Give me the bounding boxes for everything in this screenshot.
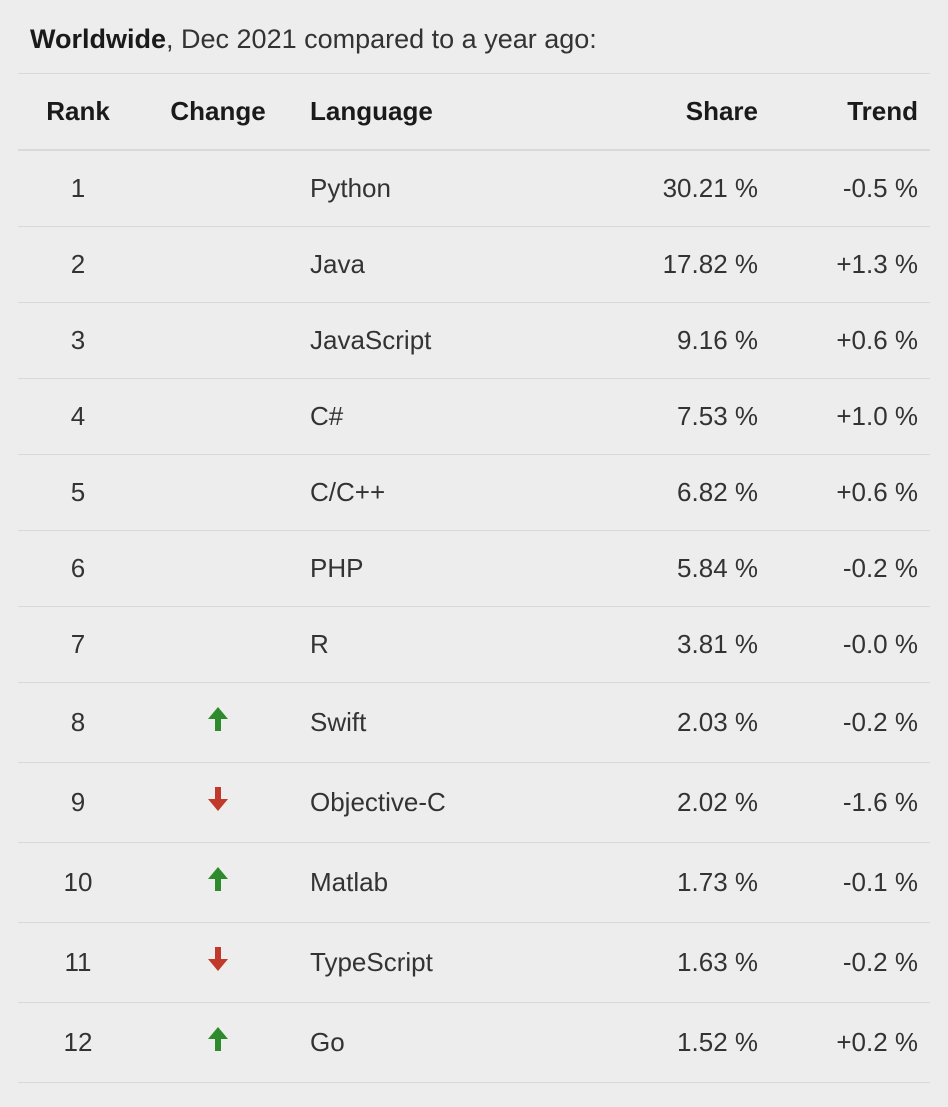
cell-change	[138, 227, 298, 303]
cell-share: 2.03 %	[590, 683, 770, 763]
cell-trend: +0.6 %	[770, 303, 930, 379]
cell-rank: 6	[18, 531, 138, 607]
table-row: 12 Go1.52 %+0.2 %	[18, 1003, 930, 1083]
arrow-down-icon	[206, 785, 230, 817]
cell-language: PHP	[298, 531, 590, 607]
cell-change	[138, 150, 298, 227]
caption-bold: Worldwide	[30, 24, 166, 54]
table-caption: Worldwide, Dec 2021 compared to a year a…	[18, 24, 930, 73]
table-row: 3 JavaScript9.16 %+0.6 %	[18, 303, 930, 379]
header-language: Language	[298, 74, 590, 151]
header-trend: Trend	[770, 74, 930, 151]
cell-trend: -0.2 %	[770, 683, 930, 763]
cell-change	[138, 303, 298, 379]
cell-language: Python	[298, 150, 590, 227]
arrow-down-icon	[206, 945, 230, 977]
cell-trend: -0.2 %	[770, 531, 930, 607]
cell-trend: -0.2 %	[770, 923, 930, 1003]
cell-share: 30.21 %	[590, 150, 770, 227]
cell-language: Java	[298, 227, 590, 303]
cell-language: Swift	[298, 683, 590, 763]
cell-share: 1.63 %	[590, 923, 770, 1003]
cell-change	[138, 923, 298, 1003]
cell-language: C/C++	[298, 455, 590, 531]
cell-change	[138, 379, 298, 455]
cell-rank: 10	[18, 843, 138, 923]
cell-language: TypeScript	[298, 923, 590, 1003]
cell-rank: 12	[18, 1003, 138, 1083]
table-row: 1 Python30.21 %-0.5 %	[18, 150, 930, 227]
cell-language: Go	[298, 1003, 590, 1083]
cell-change	[138, 455, 298, 531]
cell-share: 1.73 %	[590, 843, 770, 923]
cell-language: C#	[298, 379, 590, 455]
cell-language: R	[298, 607, 590, 683]
cell-share: 17.82 %	[590, 227, 770, 303]
cell-language: Matlab	[298, 843, 590, 923]
table-row: 10 Matlab1.73 %-0.1 %	[18, 843, 930, 923]
cell-language: Objective-C	[298, 763, 590, 843]
cell-change	[138, 1003, 298, 1083]
cell-rank: 3	[18, 303, 138, 379]
cell-rank: 9	[18, 763, 138, 843]
cell-trend: +1.3 %	[770, 227, 930, 303]
cell-share: 9.16 %	[590, 303, 770, 379]
table-row: 4 C#7.53 %+1.0 %	[18, 379, 930, 455]
header-rank: Rank	[18, 74, 138, 151]
cell-share: 2.02 %	[590, 763, 770, 843]
table-row: 6 PHP5.84 %-0.2 %	[18, 531, 930, 607]
cell-share: 1.52 %	[590, 1003, 770, 1083]
language-ranking-table: Rank Change Language Share Trend 1 Python…	[18, 73, 930, 1083]
cell-rank: 2	[18, 227, 138, 303]
table-row: 2 Java17.82 %+1.3 %	[18, 227, 930, 303]
cell-trend: -0.5 %	[770, 150, 930, 227]
cell-rank: 1	[18, 150, 138, 227]
arrow-up-icon	[206, 705, 230, 737]
cell-share: 7.53 %	[590, 379, 770, 455]
cell-change	[138, 683, 298, 763]
cell-share: 6.82 %	[590, 455, 770, 531]
caption-rest: , Dec 2021 compared to a year ago:	[166, 24, 597, 54]
cell-change	[138, 607, 298, 683]
table-row: 11 TypeScript1.63 %-0.2 %	[18, 923, 930, 1003]
cell-trend: -0.1 %	[770, 843, 930, 923]
cell-rank: 8	[18, 683, 138, 763]
cell-rank: 11	[18, 923, 138, 1003]
cell-rank: 7	[18, 607, 138, 683]
cell-trend: +0.2 %	[770, 1003, 930, 1083]
header-share: Share	[590, 74, 770, 151]
cell-change	[138, 843, 298, 923]
header-change: Change	[138, 74, 298, 151]
cell-trend: +1.0 %	[770, 379, 930, 455]
cell-trend: +0.6 %	[770, 455, 930, 531]
cell-change	[138, 763, 298, 843]
table-row: 9 Objective-C2.02 %-1.6 %	[18, 763, 930, 843]
table-row: 5 C/C++6.82 %+0.6 %	[18, 455, 930, 531]
table-row: 8 Swift2.03 %-0.2 %	[18, 683, 930, 763]
cell-change	[138, 531, 298, 607]
arrow-up-icon	[206, 1025, 230, 1057]
table-row: 7 R3.81 %-0.0 %	[18, 607, 930, 683]
cell-language: JavaScript	[298, 303, 590, 379]
table-header-row: Rank Change Language Share Trend	[18, 74, 930, 151]
cell-share: 3.81 %	[590, 607, 770, 683]
cell-share: 5.84 %	[590, 531, 770, 607]
cell-rank: 5	[18, 455, 138, 531]
arrow-up-icon	[206, 865, 230, 897]
cell-rank: 4	[18, 379, 138, 455]
cell-trend: -1.6 %	[770, 763, 930, 843]
cell-trend: -0.0 %	[770, 607, 930, 683]
